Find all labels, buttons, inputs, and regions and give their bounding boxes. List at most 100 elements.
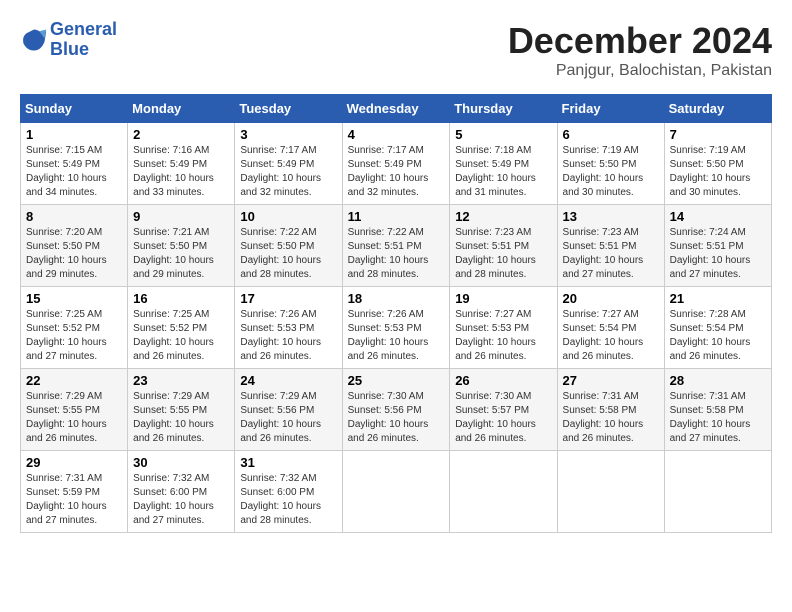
title-section: December 2024 Panjgur, Balochistan, Paki… [508,20,772,80]
calendar-cell: 13 Sunrise: 7:23 AMSunset: 5:51 PMDaylig… [557,205,664,287]
calendar-cell: 7 Sunrise: 7:19 AMSunset: 5:50 PMDayligh… [664,123,771,205]
calendar-cell: 21 Sunrise: 7:28 AMSunset: 5:54 PMDaylig… [664,287,771,369]
calendar-week-row: 22 Sunrise: 7:29 AMSunset: 5:55 PMDaylig… [21,369,772,451]
day-number: 14 [670,209,766,224]
day-number: 12 [455,209,551,224]
day-number: 5 [455,127,551,142]
day-number: 11 [348,209,445,224]
calendar-cell: 5 Sunrise: 7:18 AMSunset: 5:49 PMDayligh… [450,123,557,205]
calendar-cell: 4 Sunrise: 7:17 AMSunset: 5:49 PMDayligh… [342,123,450,205]
day-number: 13 [563,209,659,224]
calendar-cell: 25 Sunrise: 7:30 AMSunset: 5:56 PMDaylig… [342,369,450,451]
day-number: 30 [133,455,229,470]
day-number: 23 [133,373,229,388]
day-detail: Sunrise: 7:31 AMSunset: 5:59 PMDaylight:… [26,473,107,526]
calendar-cell: 19 Sunrise: 7:27 AMSunset: 5:53 PMDaylig… [450,287,557,369]
calendar-cell: 10 Sunrise: 7:22 AMSunset: 5:50 PMDaylig… [235,205,342,287]
day-detail: Sunrise: 7:27 AMSunset: 5:53 PMDaylight:… [455,309,536,362]
day-number: 8 [26,209,122,224]
day-detail: Sunrise: 7:25 AMSunset: 5:52 PMDaylight:… [26,309,107,362]
calendar-cell: 24 Sunrise: 7:29 AMSunset: 5:56 PMDaylig… [235,369,342,451]
day-detail: Sunrise: 7:29 AMSunset: 5:56 PMDaylight:… [240,391,321,444]
logo-text: General Blue [50,20,117,60]
calendar-cell: 28 Sunrise: 7:31 AMSunset: 5:58 PMDaylig… [664,369,771,451]
calendar-body: 1 Sunrise: 7:15 AMSunset: 5:49 PMDayligh… [21,123,772,533]
day-number: 9 [133,209,229,224]
day-detail: Sunrise: 7:31 AMSunset: 5:58 PMDaylight:… [670,391,751,444]
calendar-cell: 14 Sunrise: 7:24 AMSunset: 5:51 PMDaylig… [664,205,771,287]
day-detail: Sunrise: 7:30 AMSunset: 5:56 PMDaylight:… [348,391,429,444]
day-detail: Sunrise: 7:29 AMSunset: 5:55 PMDaylight:… [26,391,107,444]
day-detail: Sunrise: 7:19 AMSunset: 5:50 PMDaylight:… [670,145,751,198]
day-number: 15 [26,291,122,306]
calendar-cell: 22 Sunrise: 7:29 AMSunset: 5:55 PMDaylig… [21,369,128,451]
day-number: 27 [563,373,659,388]
calendar-cell: 12 Sunrise: 7:23 AMSunset: 5:51 PMDaylig… [450,205,557,287]
day-detail: Sunrise: 7:23 AMSunset: 5:51 PMDaylight:… [563,227,644,280]
day-number: 29 [26,455,122,470]
calendar-cell: 11 Sunrise: 7:22 AMSunset: 5:51 PMDaylig… [342,205,450,287]
calendar-cell: 2 Sunrise: 7:16 AMSunset: 5:49 PMDayligh… [128,123,235,205]
logo: General Blue [20,20,117,60]
weekday-header: Tuesday [235,95,342,123]
calendar-cell: 16 Sunrise: 7:25 AMSunset: 5:52 PMDaylig… [128,287,235,369]
day-detail: Sunrise: 7:28 AMSunset: 5:54 PMDaylight:… [670,309,751,362]
day-number: 26 [455,373,551,388]
day-detail: Sunrise: 7:22 AMSunset: 5:51 PMDaylight:… [348,227,429,280]
day-detail: Sunrise: 7:26 AMSunset: 5:53 PMDaylight:… [240,309,321,362]
calendar-cell: 3 Sunrise: 7:17 AMSunset: 5:49 PMDayligh… [235,123,342,205]
calendar-table: SundayMondayTuesdayWednesdayThursdayFrid… [20,94,772,533]
calendar-cell: 17 Sunrise: 7:26 AMSunset: 5:53 PMDaylig… [235,287,342,369]
calendar-cell: 9 Sunrise: 7:21 AMSunset: 5:50 PMDayligh… [128,205,235,287]
day-detail: Sunrise: 7:21 AMSunset: 5:50 PMDaylight:… [133,227,214,280]
day-detail: Sunrise: 7:24 AMSunset: 5:51 PMDaylight:… [670,227,751,280]
calendar-cell: 29 Sunrise: 7:31 AMSunset: 5:59 PMDaylig… [21,451,128,533]
weekday-header: Sunday [21,95,128,123]
day-number: 31 [240,455,336,470]
day-number: 1 [26,127,122,142]
calendar-cell: 26 Sunrise: 7:30 AMSunset: 5:57 PMDaylig… [450,369,557,451]
day-detail: Sunrise: 7:25 AMSunset: 5:52 PMDaylight:… [133,309,214,362]
day-number: 24 [240,373,336,388]
weekday-header: Saturday [664,95,771,123]
day-number: 10 [240,209,336,224]
calendar-cell: 27 Sunrise: 7:31 AMSunset: 5:58 PMDaylig… [557,369,664,451]
calendar-cell [557,451,664,533]
day-number: 2 [133,127,229,142]
day-detail: Sunrise: 7:16 AMSunset: 5:49 PMDaylight:… [133,145,214,198]
calendar-cell: 1 Sunrise: 7:15 AMSunset: 5:49 PMDayligh… [21,123,128,205]
day-detail: Sunrise: 7:31 AMSunset: 5:58 PMDaylight:… [563,391,644,444]
day-number: 20 [563,291,659,306]
day-number: 4 [348,127,445,142]
weekday-header: Friday [557,95,664,123]
day-number: 25 [348,373,445,388]
calendar-header-row: SundayMondayTuesdayWednesdayThursdayFrid… [21,95,772,123]
calendar-cell [664,451,771,533]
day-number: 21 [670,291,766,306]
day-detail: Sunrise: 7:15 AMSunset: 5:49 PMDaylight:… [26,145,107,198]
calendar-week-row: 8 Sunrise: 7:20 AMSunset: 5:50 PMDayligh… [21,205,772,287]
day-detail: Sunrise: 7:17 AMSunset: 5:49 PMDaylight:… [240,145,321,198]
location-title: Panjgur, Balochistan, Pakistan [508,62,772,80]
day-detail: Sunrise: 7:26 AMSunset: 5:53 PMDaylight:… [348,309,429,362]
day-detail: Sunrise: 7:27 AMSunset: 5:54 PMDaylight:… [563,309,644,362]
day-detail: Sunrise: 7:32 AMSunset: 6:00 PMDaylight:… [133,473,214,526]
calendar-cell: 18 Sunrise: 7:26 AMSunset: 5:53 PMDaylig… [342,287,450,369]
weekday-header: Wednesday [342,95,450,123]
calendar-cell [450,451,557,533]
calendar-cell [342,451,450,533]
page-header: General Blue December 2024 Panjgur, Balo… [20,20,772,86]
day-number: 19 [455,291,551,306]
day-number: 22 [26,373,122,388]
day-number: 3 [240,127,336,142]
calendar-cell: 6 Sunrise: 7:19 AMSunset: 5:50 PMDayligh… [557,123,664,205]
day-detail: Sunrise: 7:22 AMSunset: 5:50 PMDaylight:… [240,227,321,280]
calendar-week-row: 29 Sunrise: 7:31 AMSunset: 5:59 PMDaylig… [21,451,772,533]
day-number: 18 [348,291,445,306]
day-detail: Sunrise: 7:18 AMSunset: 5:49 PMDaylight:… [455,145,536,198]
day-detail: Sunrise: 7:23 AMSunset: 5:51 PMDaylight:… [455,227,536,280]
calendar-week-row: 1 Sunrise: 7:15 AMSunset: 5:49 PMDayligh… [21,123,772,205]
month-title: December 2024 [508,20,772,62]
calendar-cell: 20 Sunrise: 7:27 AMSunset: 5:54 PMDaylig… [557,287,664,369]
day-detail: Sunrise: 7:29 AMSunset: 5:55 PMDaylight:… [133,391,214,444]
